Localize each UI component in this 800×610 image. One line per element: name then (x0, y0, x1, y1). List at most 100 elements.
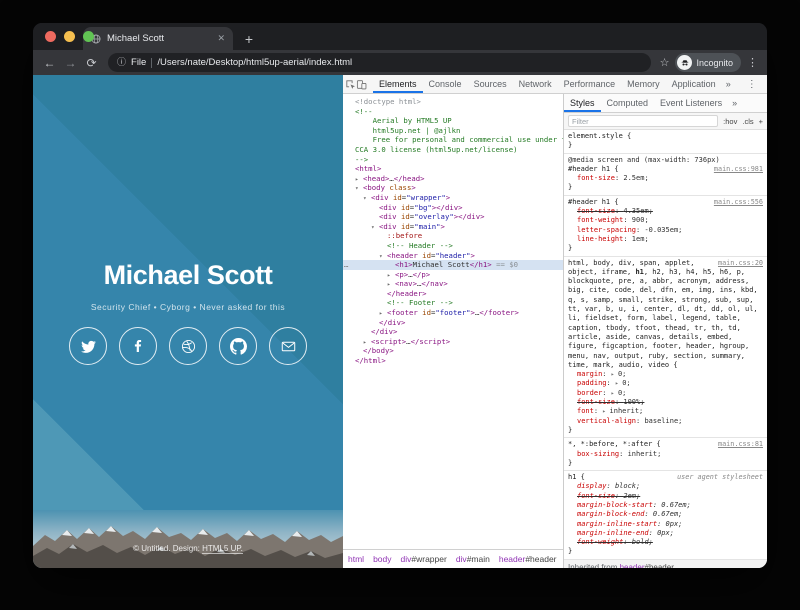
html5up-link[interactable]: HTML5 UP. (202, 544, 243, 554)
forward-icon[interactable]: → (63, 57, 78, 69)
dom-tree-row[interactable]: CCA 3.0 license (html5up.net/license) (343, 145, 563, 155)
dom-tree-row[interactable]: </header> (343, 289, 563, 299)
dom-tree-row[interactable]: ▾ <header id="header"> (343, 251, 563, 261)
address-bar[interactable]: ⓘ File /Users/nate/Desktop/html5up-aeria… (108, 53, 651, 72)
css-selector-line[interactable]: main.css:981 #header h1 { (568, 165, 763, 174)
dom-tree-row[interactable]: Aerial by HTML5 UP (343, 116, 563, 126)
devtools-tab-elements[interactable]: Elements (373, 75, 423, 93)
devtools-tab-console[interactable]: Console (423, 75, 468, 93)
devtools-tab-network[interactable]: Network (513, 75, 558, 93)
dom-tree-row[interactable]: </div> (343, 318, 563, 328)
devtools-menu-icon[interactable]: ⋮ (742, 79, 762, 90)
css-selector-line[interactable]: user agent stylesheet h1 { (568, 473, 763, 482)
devtools-tab-application[interactable]: Application (666, 75, 722, 93)
css-declaration[interactable]: margin-inline-end: 0px; (568, 529, 763, 538)
bookmark-star-icon[interactable]: ☆ (660, 56, 670, 69)
dom-tree-row[interactable]: <!doctype html> (343, 97, 563, 107)
sidebar-more-tabs-icon[interactable]: » (728, 94, 741, 112)
dom-tree-row[interactable]: ▾ <div id="main"> (343, 222, 563, 232)
css-declaration[interactable]: box-sizing: inherit; (568, 450, 763, 459)
css-declaration[interactable]: vertical-align: baseline; (568, 417, 763, 426)
pseudo-state-toggle[interactable]: :hov (723, 117, 737, 126)
zoom-window-button[interactable] (83, 31, 94, 42)
dom-tree-row[interactable]: ▸ <head>…</head> (343, 174, 563, 184)
dom-tree-row[interactable]: </html> (343, 356, 563, 366)
css-declaration[interactable]: font-size: 100%; (568, 398, 763, 407)
dom-tree-row[interactable]: ▸ <p>…</p> (343, 270, 563, 280)
css-declaration[interactable]: letter-spacing: -0.035em; (568, 226, 763, 235)
css-declaration[interactable]: font-weight: 900; (568, 216, 763, 225)
social-twitter-link[interactable] (69, 327, 107, 365)
social-github-link[interactable] (219, 327, 257, 365)
dom-tree-row[interactable]: ▸ <footer id="footer">…</footer> (343, 308, 563, 318)
dom-tree-row[interactable]: ▾ <div id="wrapper"> (343, 193, 563, 203)
sidebar-tab-event-listeners[interactable]: Event Listeners (654, 94, 728, 112)
dom-tree-row[interactable]: … <h1>Michael Scott</h1> == $0 (343, 260, 563, 270)
sidebar-tab-computed[interactable]: Computed (601, 94, 655, 112)
css-declaration[interactable]: display: block; (568, 482, 763, 491)
class-toggle[interactable]: .cls (742, 117, 753, 126)
dom-tree-row[interactable]: </div> (343, 327, 563, 337)
tab-close-icon[interactable]: ✕ (217, 34, 225, 43)
css-declaration[interactable]: font-size: 4.35em; (568, 207, 763, 216)
css-selector-line[interactable]: main.css:81 *, *:before, *:after { (568, 440, 763, 449)
inspect-element-icon[interactable] (345, 75, 356, 93)
css-declaration[interactable]: line-height: 1em; (568, 235, 763, 244)
expand-shorthand-icon[interactable]: ▸ (611, 390, 618, 397)
css-declaration[interactable]: font: ▸ inherit; (568, 407, 763, 416)
css-declaration[interactable]: padding: ▸ 0; (568, 379, 763, 388)
dom-tree-row[interactable]: <div id="bg"></div> (343, 203, 563, 213)
browser-tab[interactable]: Michael Scott ✕ (83, 27, 233, 50)
styles-filter-input[interactable]: Filter (568, 115, 719, 127)
dom-tree-row[interactable]: --> (343, 155, 563, 165)
devtools-close-icon[interactable]: ✕ (762, 79, 768, 90)
stylesheet-source-link[interactable]: main.css:556 (714, 198, 763, 207)
css-declaration[interactable]: margin: ▸ 0; (568, 370, 763, 379)
dom-tree-row[interactable]: <!-- Header --> (343, 241, 563, 251)
stylesheet-source-link[interactable]: main.css:81 (718, 440, 763, 449)
devtools-tab-performance[interactable]: Performance (558, 75, 622, 93)
expand-shorthand-icon[interactable]: ▸ (611, 371, 618, 378)
css-declaration[interactable]: margin-inline-start: 0px; (568, 520, 763, 529)
social-dribbble-link[interactable] (169, 327, 207, 365)
sidebar-tab-styles[interactable]: Styles (564, 94, 601, 112)
reload-icon[interactable]: ⟳ (84, 57, 99, 69)
devtools-tab-memory[interactable]: Memory (621, 75, 666, 93)
social-facebook-link[interactable] (119, 327, 157, 365)
dom-tree-row[interactable]: </body> (343, 346, 563, 356)
expand-shorthand-icon[interactable]: ▸ (602, 408, 609, 415)
css-selector-line[interactable]: main.css:20 html, body, div, span, applet… (568, 259, 763, 371)
dom-tree-row[interactable]: ▸ <nav>…</nav> (343, 279, 563, 289)
dom-tree-row[interactable]: <div id="overlay"></div> (343, 212, 563, 222)
css-declaration[interactable]: margin-block-end: 0.67em; (568, 510, 763, 519)
social-email-link[interactable] (269, 327, 307, 365)
more-tabs-icon[interactable]: » (722, 75, 735, 93)
css-declaration[interactable]: border: ▸ 0; (568, 389, 763, 398)
stylesheet-source-link[interactable]: main.css:981 (714, 165, 763, 174)
breadcrumb-div-wrapper[interactable]: div#wrapper (401, 554, 447, 564)
dom-tree-row[interactable]: ::before (343, 231, 563, 241)
minimize-window-button[interactable] (64, 31, 75, 42)
browser-menu-icon[interactable]: ⋮ (747, 56, 758, 69)
back-icon[interactable]: ← (42, 57, 57, 69)
page-info-icon[interactable]: ⓘ (117, 58, 126, 67)
close-window-button[interactable] (45, 31, 56, 42)
dom-tree-row[interactable]: html5up.net | @ajlkn (343, 126, 563, 136)
css-selector-line[interactable]: element.style { (568, 132, 763, 141)
dom-tree-row[interactable]: <!-- (343, 107, 563, 117)
breadcrumb-body[interactable]: body (373, 554, 391, 564)
css-declaration[interactable]: font-size: 2em; (568, 492, 763, 501)
new-style-rule-button[interactable]: + (759, 117, 763, 126)
dom-tree-row[interactable]: <html> (343, 164, 563, 174)
new-tab-button[interactable]: + (237, 27, 261, 50)
dom-tree-row[interactable]: <!-- Footer --> (343, 298, 563, 308)
devtools-tab-sources[interactable]: Sources (468, 75, 513, 93)
dom-tree-row[interactable]: Free for personal and commercial use und… (343, 135, 563, 145)
css-selector-line[interactable]: main.css:556 #header h1 { (568, 198, 763, 207)
stylesheet-source-link[interactable]: main.css:20 (718, 259, 763, 268)
css-declaration[interactable]: font-size: 2.5em; (568, 174, 763, 183)
css-declaration[interactable]: font-weight: bold; (568, 538, 763, 547)
breadcrumb-html[interactable]: html (348, 554, 364, 564)
css-declaration[interactable]: margin-block-start: 0.67em; (568, 501, 763, 510)
device-toolbar-icon[interactable] (356, 75, 367, 93)
